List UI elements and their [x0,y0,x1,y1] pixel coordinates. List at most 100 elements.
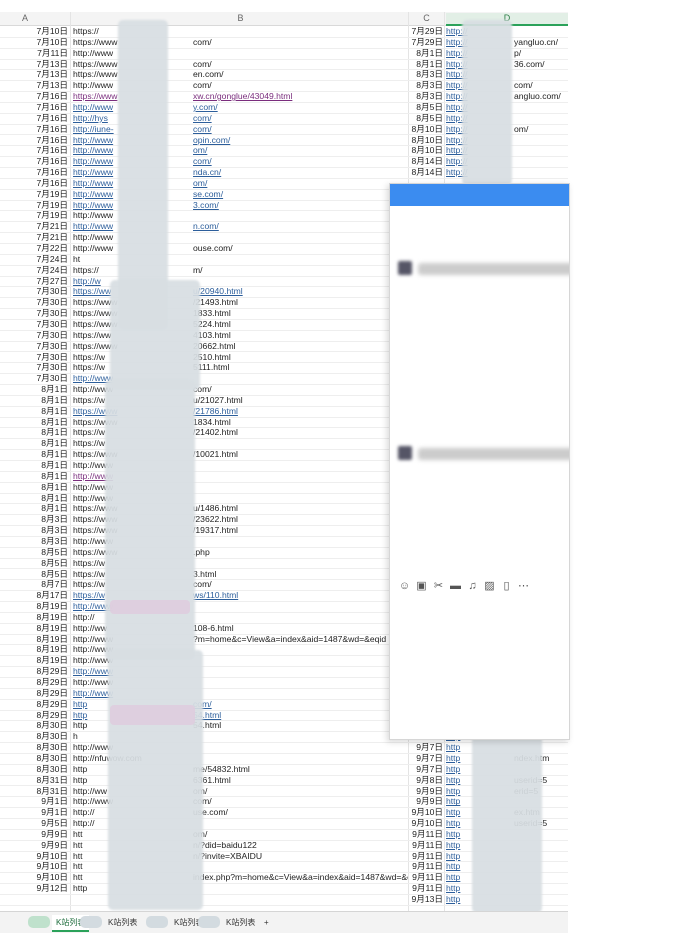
cell-date-a[interactable]: 8月3日 [0,525,68,536]
cell-date-a[interactable]: 7月10日 [0,37,68,48]
cell-date-c[interactable]: 8月10日 [410,135,443,146]
cell-date-c[interactable]: 8月10日 [410,124,443,135]
cell-date-a[interactable]: 7月16日 [0,156,68,167]
cell-date-a[interactable]: 8月1日 [0,417,68,428]
cell-date-c[interactable]: 8月10日 [410,145,443,156]
cell-date-c[interactable]: 9月11日 [410,883,443,894]
cell-date-a[interactable]: 7月16日 [0,102,68,113]
column-header-c[interactable]: C [410,13,443,23]
cell-date-c[interactable]: 9月11日 [410,872,443,883]
cell-date-a[interactable]: 7月21日 [0,232,68,243]
cell-date-a[interactable]: 7月19日 [0,200,68,211]
scissors-icon[interactable]: ✂ [430,579,447,592]
cell-date-a[interactable]: 8月19日 [0,644,68,655]
cell-date-a[interactable]: 8月29日 [0,699,68,710]
cell-date-a[interactable]: 7月16日 [0,135,68,146]
cell-date-c[interactable]: 9月11日 [410,851,443,862]
cell-date-c[interactable]: 9月13日 [410,894,443,905]
cell-date-a[interactable]: 7月30日 [0,373,68,384]
cell-date-c[interactable]: 9月10日 [410,807,443,818]
cell-date-a[interactable]: 8月5日 [0,569,68,580]
cell-date-c[interactable]: 9月11日 [410,861,443,872]
cell-date-a[interactable]: 7月13日 [0,59,68,70]
cell-date-a[interactable]: 7月30日 [0,352,68,363]
cell-date-a[interactable]: 7月30日 [0,286,68,297]
cell-date-a[interactable]: 8月31日 [0,786,68,797]
cell-date-c[interactable]: 8月1日 [410,59,443,70]
cell-date-a[interactable]: 7月30日 [0,308,68,319]
cell-date-c[interactable]: 9月9日 [410,796,443,807]
cell-date-a[interactable]: 7月16日 [0,124,68,135]
cell-date-a[interactable]: 8月30日 [0,731,68,742]
cell-date-a[interactable]: 8月1日 [0,427,68,438]
cell-date-a[interactable]: 8月30日 [0,753,68,764]
cell-date-a[interactable]: 8月31日 [0,775,68,786]
cell-date-a[interactable]: 8月1日 [0,482,68,493]
cell-date-a[interactable]: 8月7日 [0,579,68,590]
cell-date-a[interactable]: 8月1日 [0,460,68,471]
emoji-icon[interactable]: ☺ [396,580,413,592]
cell-date-a[interactable]: 7月19日 [0,210,68,221]
cell-date-a[interactable]: 8月5日 [0,558,68,569]
cell-date-a[interactable]: 8月30日 [0,764,68,775]
cell-date-a[interactable]: 7月16日 [0,145,68,156]
cell-date-a[interactable]: 8月5日 [0,547,68,558]
cell-date-a[interactable]: 8月19日 [0,601,68,612]
cell-date-c[interactable]: 8月14日 [410,156,443,167]
cell-date-a[interactable]: 8月30日 [0,742,68,753]
cell-date-a[interactable]: 7月10日 [0,26,68,37]
cell-date-a[interactable]: 7月13日 [0,69,68,80]
cell-date-a[interactable]: 7月24日 [0,254,68,265]
cell-date-a[interactable]: 8月1日 [0,395,68,406]
cell-date-a[interactable]: 8月3日 [0,536,68,547]
cell-date-a[interactable]: 8月3日 [0,514,68,525]
cell-date-a[interactable]: 7月16日 [0,167,68,178]
chat-input[interactable] [390,598,569,739]
cell-date-a[interactable]: 7月11日 [0,48,68,59]
cell-date-c[interactable]: 7月29日 [410,26,443,37]
cell-date-c[interactable]: 9月7日 [410,753,443,764]
cell-date-a[interactable]: 9月10日 [0,872,68,883]
cell-date-a[interactable]: 8月1日 [0,406,68,417]
cell-date-c[interactable]: 7月29日 [410,37,443,48]
gif-icon[interactable]: ▣ [413,579,430,592]
cell-date-a[interactable]: 7月24日 [0,265,68,276]
folder-icon[interactable]: ▬ [447,580,464,592]
cell-date-a[interactable]: 8月1日 [0,503,68,514]
cell-date-c[interactable]: 8月5日 [410,113,443,124]
cell-date-a[interactable]: 8月29日 [0,710,68,721]
cell-date-a[interactable]: 8月1日 [0,384,68,395]
cell-date-a[interactable]: 9月10日 [0,861,68,872]
cell-date-c[interactable]: 9月7日 [410,764,443,775]
cell-date-a[interactable]: 7月30日 [0,330,68,341]
cell-date-a[interactable]: 8月29日 [0,688,68,699]
chat-title-bar[interactable] [390,184,569,206]
cell-date-a[interactable]: 7月13日 [0,80,68,91]
cell-date-a[interactable]: 7月16日 [0,113,68,124]
cell-date-a[interactable]: 7月21日 [0,221,68,232]
phone-icon[interactable]: ▯ [498,579,515,592]
cell-date-a[interactable]: 8月1日 [0,438,68,449]
cell-date-a[interactable]: 8月29日 [0,677,68,688]
cell-date-a[interactable]: 7月30日 [0,362,68,373]
cell-date-a[interactable]: 9月1日 [0,807,68,818]
cell-date-a[interactable]: 7月30日 [0,341,68,352]
cell-date-c[interactable]: 8月5日 [410,102,443,113]
cell-date-a[interactable]: 9月9日 [0,829,68,840]
cell-date-c[interactable]: 9月7日 [410,742,443,753]
cell-date-c[interactable]: 9月9日 [410,786,443,797]
cell-date-a[interactable]: 8月19日 [0,612,68,623]
cell-date-a[interactable]: 8月29日 [0,666,68,677]
cell-date-a[interactable]: 8月1日 [0,493,68,504]
cell-date-c[interactable]: 9月10日 [410,818,443,829]
cell-date-c[interactable]: 8月3日 [410,91,443,102]
cell-date-a[interactable]: 7月30日 [0,297,68,308]
cell-date-a[interactable]: 8月19日 [0,623,68,634]
cell-date-a[interactable]: 8月19日 [0,655,68,666]
cell-date-a[interactable]: 8月19日 [0,634,68,645]
cell-date-a[interactable]: 8月1日 [0,449,68,460]
cell-date-a[interactable]: 7月16日 [0,178,68,189]
cell-date-c[interactable]: 8月1日 [410,48,443,59]
cell-date-a[interactable]: 9月5日 [0,818,68,829]
cell-date-c[interactable]: 9月11日 [410,840,443,851]
